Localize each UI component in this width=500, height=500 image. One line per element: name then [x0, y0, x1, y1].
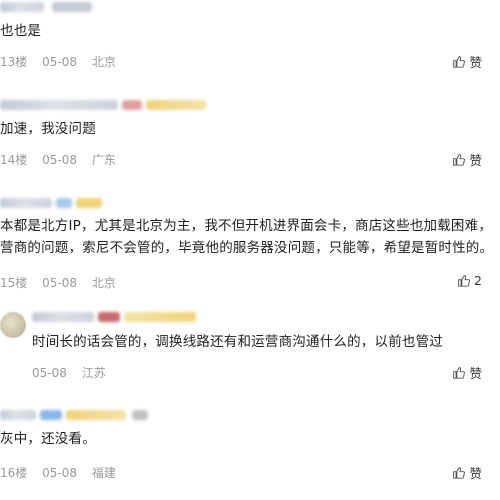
like-label: 赞: [469, 366, 482, 381]
reply-date: 05-08: [32, 366, 67, 380]
reply-text: 时间长的话会管的，调换线路还有和运营商沟通什么的，以前也管过: [32, 334, 443, 350]
thumbs-up-icon: [458, 275, 470, 287]
user-badge: [98, 312, 120, 322]
floor-number: 13楼: [0, 55, 28, 69]
like-label: 赞: [469, 55, 482, 70]
floor-number: 16楼: [0, 466, 28, 480]
username-blurred[interactable]: [0, 410, 36, 420]
user-badge: [132, 410, 148, 420]
user-badge: [40, 410, 62, 420]
like-button[interactable]: 赞: [452, 150, 482, 169]
comment-date: 05-08: [42, 276, 77, 290]
comment-meta: 16楼 05-08 福建: [0, 464, 127, 481]
user-badge: [56, 198, 72, 208]
comment-text-line-2: 营商的问题，索尼不会管的，毕竟他的服务器没问题，只能等，希望是暂时性的。: [0, 240, 494, 256]
ip-location: 北京: [91, 276, 116, 290]
ip-location: 北京: [91, 55, 116, 69]
ip-location: 江苏: [81, 366, 106, 380]
comment-text: 也也是: [0, 23, 42, 39]
comment-text-line-1: 本都是北方IP，尤其是北京为主，我不但开机进界面会卡，商店这些也加载困难，: [0, 218, 493, 234]
floor-number: 15楼: [0, 276, 28, 290]
like-button[interactable]: 赞: [452, 463, 482, 482]
like-button[interactable]: 赞: [452, 52, 482, 71]
reply-meta: 05-08 江苏: [32, 364, 117, 381]
comment-meta: 13楼 05-08 北京: [0, 53, 127, 70]
thumbs-up-icon: [453, 56, 466, 68]
avatar[interactable]: [0, 312, 26, 338]
username-blurred[interactable]: [0, 2, 44, 12]
thumbs-up-icon: [453, 367, 466, 379]
user-badge: [122, 100, 142, 110]
like-label: 赞: [469, 153, 482, 168]
like-label: 赞: [469, 466, 482, 481]
user-badge: [146, 100, 206, 110]
comment-meta: 14楼 05-08 广东: [0, 151, 127, 168]
username-blurred[interactable]: [0, 198, 52, 208]
user-badge: [66, 410, 126, 420]
comment-date: 05-08: [42, 153, 77, 167]
comment-date: 05-08: [42, 466, 77, 480]
ip-location: 广东: [91, 153, 116, 167]
user-badge: [124, 312, 196, 322]
like-button[interactable]: 赞: [452, 363, 482, 382]
thumbs-up-icon: [453, 467, 466, 479]
comment-text: 灰中，还没看。: [0, 431, 96, 447]
comment-date: 05-08: [42, 55, 77, 69]
comment-text: 加速，我没问题: [0, 121, 96, 137]
thumbs-up-icon: [453, 154, 466, 166]
user-badge: [76, 198, 102, 208]
like-button[interactable]: 2: [457, 273, 482, 288]
username-blurred[interactable]: [0, 100, 118, 110]
like-count: 2: [474, 273, 482, 288]
comment-meta: 15楼 05-08 北京: [0, 274, 127, 291]
floor-number: 14楼: [0, 153, 28, 167]
ip-location: 福建: [91, 466, 116, 480]
username-blurred[interactable]: [32, 312, 94, 322]
user-badge: [52, 2, 92, 12]
